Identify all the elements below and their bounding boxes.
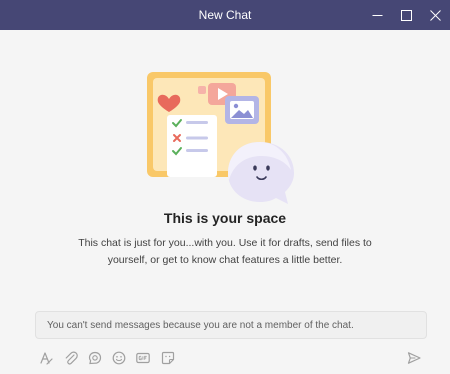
minimize-icon (372, 14, 382, 16)
maximize-button[interactable] (391, 0, 421, 30)
close-button[interactable] (420, 0, 450, 30)
loop-button[interactable] (86, 349, 104, 367)
format-icon (40, 352, 53, 365)
close-icon (429, 9, 441, 21)
emoji-icon (112, 351, 126, 365)
sticker-icon (161, 351, 175, 365)
send-button[interactable] (405, 349, 423, 367)
chat-content: This is your space This chat is just for… (0, 30, 450, 374)
format-button[interactable] (37, 349, 55, 367)
empty-state-title: This is your space (163, 210, 287, 226)
sticker-button[interactable] (159, 349, 177, 367)
empty-state-description: This chat is just for you...with you. Us… (78, 237, 372, 266)
attach-icon (65, 351, 78, 365)
gif-icon (136, 352, 150, 364)
title-bar: New Chat (0, 0, 450, 30)
compose-notice-text: You can't send messages because you are … (47, 320, 354, 331)
emoji-button[interactable] (110, 349, 128, 367)
send-icon (407, 352, 421, 364)
minimize-button[interactable] (362, 0, 392, 30)
space-illustration (147, 72, 294, 204)
maximize-icon (400, 9, 412, 21)
compose-notice-box: You can't send messages because you are … (35, 311, 427, 339)
gif-button[interactable] (134, 349, 152, 367)
loop-icon (88, 351, 102, 365)
attach-button[interactable] (62, 349, 80, 367)
